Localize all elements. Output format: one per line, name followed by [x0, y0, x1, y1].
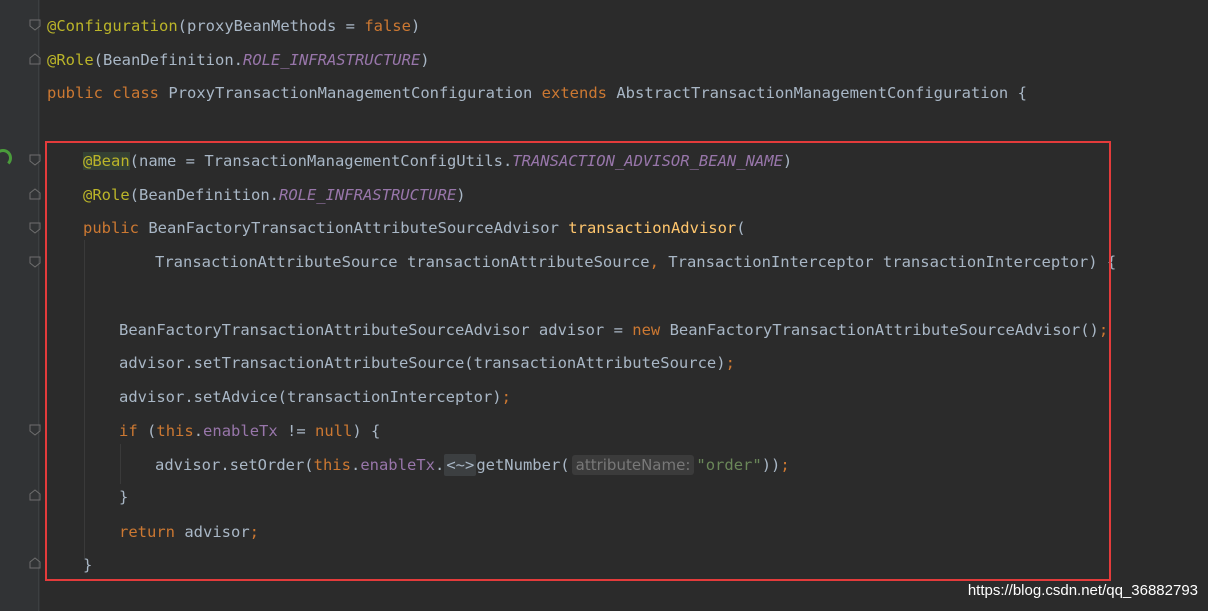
code-line: advisor.setAdvice(transactionInterceptor… — [119, 388, 511, 406]
code-line: public class ProxyTransactionManagementC… — [47, 84, 1027, 102]
fold-marker-icon[interactable] — [29, 19, 41, 31]
code-line: return advisor; — [119, 523, 259, 541]
fold-marker-icon[interactable] — [29, 424, 41, 436]
fold-marker-icon[interactable] — [29, 256, 41, 268]
fold-marker-icon[interactable] — [29, 222, 41, 234]
fold-marker-icon[interactable] — [29, 489, 41, 501]
fold-marker-icon[interactable] — [29, 53, 41, 65]
code-line: @Configuration(proxyBeanMethods = false) — [47, 17, 421, 35]
code-line: @Role(BeanDefinition.ROLE_INFRASTRUCTURE… — [83, 186, 466, 204]
code-line: } — [83, 556, 93, 574]
code-line: @Role(BeanDefinition.ROLE_INFRASTRUCTURE… — [47, 51, 430, 69]
code-line: @Bean(name = TransactionManagementConfig… — [83, 152, 793, 170]
fold-marker-icon[interactable] — [29, 557, 41, 569]
code-line: advisor.setTransactionAttributeSource(tr… — [119, 354, 735, 372]
code-line: public BeanFactoryTransactionAttributeSo… — [83, 219, 746, 237]
indent-guide — [84, 240, 85, 558]
code-line: BeanFactoryTransactionAttributeSourceAdv… — [119, 321, 1109, 339]
fold-marker-icon[interactable] — [29, 154, 41, 166]
gutter-separator — [38, 0, 39, 611]
code-line: } — [119, 488, 129, 506]
code-line: advisor.setOrder(this.enableTx. <~> getNum… — [155, 454, 790, 476]
code-line: if (this.enableTx != null) { — [119, 422, 381, 440]
collapsed-code-fold[interactable]: <~> — [444, 454, 477, 476]
editor-gutter[interactable] — [0, 0, 40, 611]
code-line: TransactionAttributeSource transactionAt… — [155, 253, 1117, 271]
parameter-hint: attributeName: — [571, 455, 695, 475]
indent-guide — [120, 444, 121, 484]
fold-marker-icon[interactable] — [29, 188, 41, 200]
watermark: https://blog.csdn.net/qq_36882793 — [967, 582, 1198, 599]
